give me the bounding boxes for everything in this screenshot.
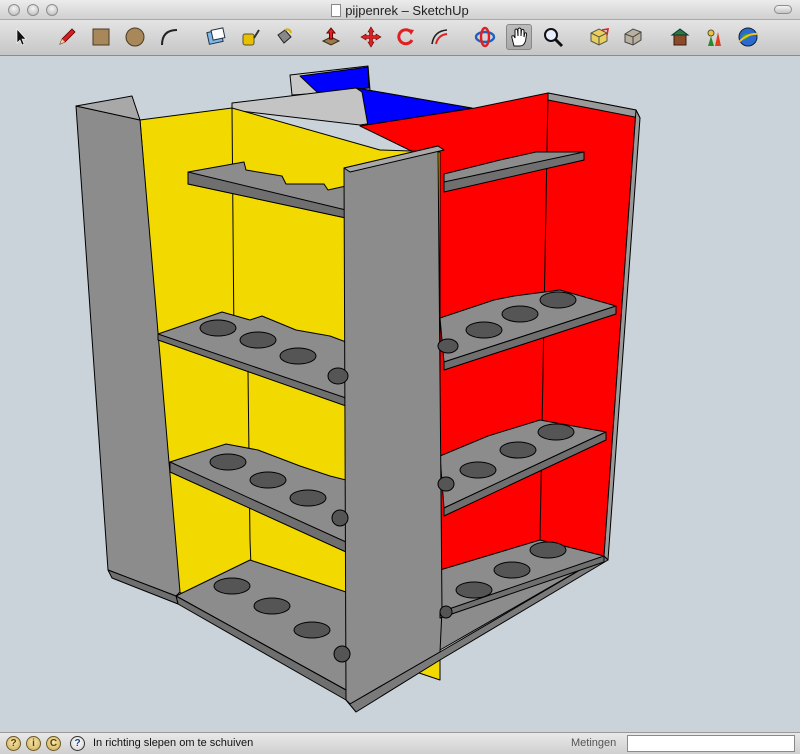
measurements-label: Metingen bbox=[571, 737, 617, 749]
pencil-tool-icon[interactable] bbox=[54, 24, 80, 50]
components-icon[interactable] bbox=[701, 24, 727, 50]
measurements-input[interactable] bbox=[627, 735, 795, 752]
window-title: pijpenrek – SketchUp bbox=[345, 3, 469, 18]
main-toolbar bbox=[0, 20, 800, 56]
select-tool-icon[interactable] bbox=[8, 24, 34, 50]
user-icon[interactable]: C bbox=[46, 736, 61, 751]
pan-hand-icon[interactable] bbox=[506, 24, 532, 50]
document-icon bbox=[331, 4, 342, 17]
toolbar-toggle-button[interactable] bbox=[774, 5, 792, 14]
tape-measure-icon[interactable] bbox=[237, 24, 263, 50]
warehouse-icon[interactable] bbox=[667, 24, 693, 50]
offset-tool-icon[interactable] bbox=[426, 24, 452, 50]
status-bar: ? i C ? In richting slepen om te schuive… bbox=[0, 732, 800, 754]
orbit-tool-icon[interactable] bbox=[472, 24, 498, 50]
rectangle-tool-icon[interactable] bbox=[88, 24, 114, 50]
previous-view-icon[interactable] bbox=[620, 24, 646, 50]
help-icon[interactable]: ? bbox=[70, 736, 85, 751]
circle-tool-icon[interactable] bbox=[122, 24, 148, 50]
eraser-tool-icon[interactable] bbox=[203, 24, 229, 50]
rotate-tool-icon[interactable] bbox=[392, 24, 418, 50]
push-pull-icon[interactable] bbox=[318, 24, 344, 50]
window-title-area: pijpenrek – SketchUp bbox=[0, 3, 800, 18]
arc-tool-icon[interactable] bbox=[156, 24, 182, 50]
status-message: In richting slepen om te schuiven bbox=[93, 737, 254, 749]
zoom-extents-icon[interactable] bbox=[586, 24, 612, 50]
move-tool-icon[interactable] bbox=[358, 24, 384, 50]
paint-bucket-icon[interactable] bbox=[271, 24, 297, 50]
zoom-magnifier-icon[interactable] bbox=[540, 24, 566, 50]
credits-icon[interactable]: i bbox=[26, 736, 41, 751]
pipe-rack-model bbox=[75, 65, 641, 713]
title-bar: pijpenrek – SketchUp bbox=[0, 0, 800, 20]
model-viewport[interactable] bbox=[0, 56, 800, 732]
google-earth-icon[interactable] bbox=[735, 24, 761, 50]
geo-location-icon[interactable]: ? bbox=[6, 736, 21, 751]
